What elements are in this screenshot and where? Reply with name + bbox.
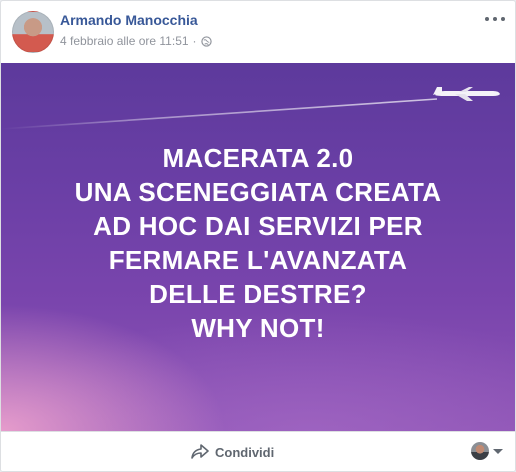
post-meta: 4 febbraio alle ore 11:51 · <box>60 34 212 50</box>
airplane-icon <box>433 87 500 101</box>
author-avatar[interactable] <box>12 11 54 53</box>
headline-line: WHY NOT! <box>191 313 325 343</box>
headline-line: AD HOC DAI SERVIZI PER <box>93 211 423 241</box>
share-button[interactable]: Condividi <box>191 442 274 462</box>
post-image[interactable]: MACERATA 2.0 UNA SCENEGGIATA CREATA AD H… <box>1 63 515 431</box>
share-label: Condividi <box>215 444 275 460</box>
post-header: Armando Manocchia 4 febbraio alle ore 11… <box>1 1 515 63</box>
headline-line: MACERATA 2.0 <box>162 143 354 173</box>
caret-down-icon <box>493 448 503 454</box>
headline-line: UNA SCENEGGIATA CREATA <box>74 177 442 207</box>
contrail <box>1 98 438 130</box>
headline-line: FERMARE L'AVANZATA <box>108 245 408 275</box>
facebook-post: Armando Manocchia 4 febbraio alle ore 11… <box>0 0 516 472</box>
share-arrow-icon <box>191 444 209 459</box>
audience-selector[interactable] <box>471 442 503 460</box>
meta-separator: · <box>192 34 197 48</box>
post-actions: Condividi <box>1 431 515 471</box>
post-timestamp[interactable]: 4 febbraio alle ore 11:51 <box>60 34 189 48</box>
avatar-icon <box>471 442 489 460</box>
author-name[interactable]: Armando Manocchia <box>60 12 198 28</box>
more-options-icon[interactable] <box>485 13 505 25</box>
globe-icon <box>200 36 212 50</box>
image-headline: MACERATA 2.0 UNA SCENEGGIATA CREATA AD H… <box>1 141 515 345</box>
headline-line: DELLE DESTRE? <box>149 279 367 309</box>
